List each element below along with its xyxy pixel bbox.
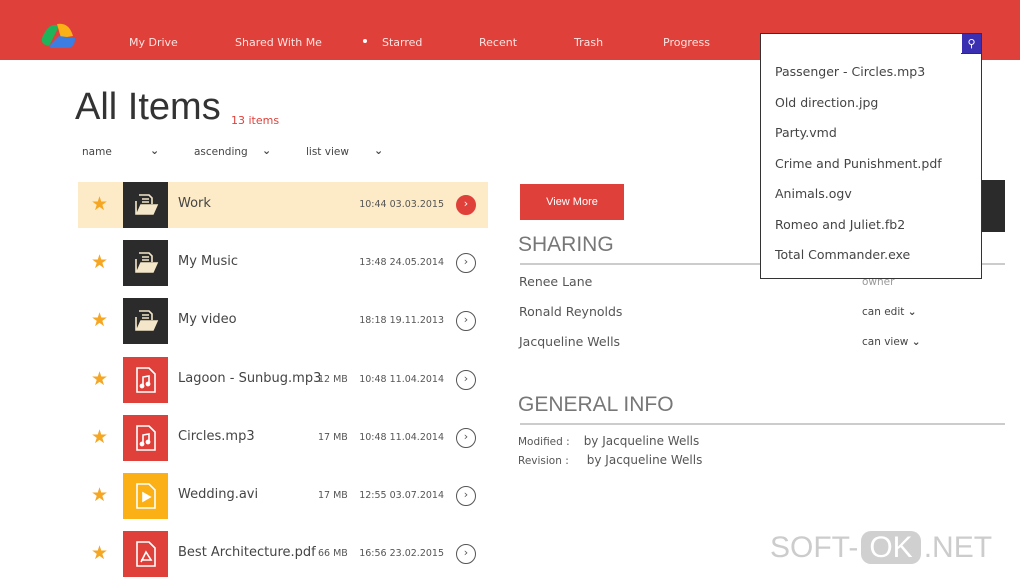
preview-folder-icon [978, 180, 1005, 232]
folder-icon [123, 240, 168, 287]
search-input[interactable] [761, 35, 961, 55]
pdf-icon [123, 531, 168, 577]
modified-label: Modified : [518, 436, 570, 448]
search-suggestions: Passenger - Circles.mp3 Old direction.jp… [760, 54, 982, 279]
file-row[interactable]: ★ Circles.mp3 17 MB 10:48 11.04.2014 › [78, 414, 488, 461]
sort-field-select[interactable]: name ⌄ [82, 144, 159, 158]
view-value: list view [306, 146, 349, 158]
audio-icon [123, 356, 168, 403]
sharing-heading: SHARING [518, 233, 614, 256]
chevron-right-icon[interactable]: › [456, 195, 476, 215]
file-date: 10:44 03.03.2015 [359, 199, 444, 210]
divider [520, 423, 1005, 425]
file-row[interactable]: ★ My video 18:18 19.11.2013 › [78, 298, 488, 345]
top-bar: My Drive Shared With Me Starred Recent T… [0, 0, 1020, 60]
file-row[interactable]: ★ Best Architecture.pdf 66 MB 16:56 23.0… [78, 531, 488, 577]
nav-recent[interactable]: Recent [479, 36, 517, 49]
share-role-select[interactable]: can view ⌄ [862, 336, 921, 348]
chevron-right-icon[interactable]: › [456, 486, 476, 506]
revision-value: by Jacqueline Wells [586, 453, 703, 467]
star-icon[interactable]: ★ [91, 484, 108, 506]
star-icon[interactable]: ★ [91, 368, 108, 390]
suggestion-item[interactable]: Romeo and Juliet.fb2 [761, 213, 981, 244]
revision-label: Revision : [518, 455, 569, 467]
share-person: Renee Lane [519, 274, 593, 289]
page-title: All Items [75, 86, 221, 128]
file-date: 18:18 19.11.2013 [359, 315, 444, 327]
chevron-right-icon[interactable]: › [456, 253, 476, 274]
chevron-right-icon[interactable]: › [456, 311, 476, 332]
search-icon[interactable]: ⚲ [962, 34, 981, 53]
suggestion-item[interactable]: Party.vmd [761, 121, 981, 152]
chevron-down-icon: ⌄ [262, 144, 272, 157]
suggestion-item[interactable]: Animals.ogv [761, 182, 981, 213]
file-name: Work [178, 196, 211, 211]
file-date: 13:48 24.05.2014 [359, 257, 444, 269]
chevron-down-icon: ⌄ [911, 336, 921, 348]
file-row[interactable]: ★ Lagoon - Sunbug.mp3 12 MB 10:48 11.04.… [78, 356, 488, 403]
chevron-down-icon: ⌄ [374, 144, 384, 157]
file-row[interactable]: ★ My Music 13:48 24.05.2014 › [78, 240, 488, 287]
file-name: Best Architecture.pdf [178, 545, 316, 561]
file-row[interactable]: ★ Wedding.avi 17 MB 12:55 03.07.2014 › [78, 473, 488, 519]
star-icon[interactable]: ★ [91, 193, 108, 215]
chevron-right-icon[interactable]: › [456, 427, 476, 448]
folder-icon [123, 182, 168, 228]
chevron-right-icon[interactable]: › [456, 544, 476, 565]
active-indicator [363, 39, 367, 43]
modified-value: by Jacqueline Wells [583, 434, 700, 448]
file-name: My video [178, 312, 237, 328]
item-count: 13 items [231, 114, 280, 127]
file-name: Wedding.avi [178, 487, 259, 502]
nav-progress[interactable]: Progress [663, 36, 710, 49]
watermark: SOFT- OK .NET [770, 531, 993, 564]
chevron-down-icon: ⌄ [150, 144, 160, 157]
star-icon[interactable]: ★ [91, 542, 108, 564]
file-date: 10:48 11.04.2014 [359, 431, 444, 443]
modified-info: Modified : by Jacqueline Wells [518, 434, 699, 448]
suggestion-item[interactable]: Total Commander.exe [761, 243, 981, 274]
share-person: Ronald Reynolds [519, 304, 623, 319]
nav-trash[interactable]: Trash [574, 36, 603, 49]
sort-order-select[interactable]: ascending ⌄ [194, 144, 271, 158]
drive-logo-icon [41, 23, 75, 48]
folder-icon [123, 298, 168, 345]
share-person: Jacqueline Wells [519, 334, 621, 349]
share-role: can edit [862, 306, 905, 318]
suggestion-item[interactable]: Crime and Punishment.pdf [761, 152, 981, 183]
nav-my-drive[interactable]: My Drive [129, 36, 178, 49]
search-box: ⚲ [760, 33, 982, 55]
chevron-down-icon: ⌄ [907, 306, 917, 318]
file-name: Lagoon - Sunbug.mp3 [178, 370, 322, 386]
nav-shared-with-me[interactable]: Shared With Me [235, 36, 322, 49]
view-select[interactable]: list view ⌄ [306, 144, 383, 158]
file-size: 17 MB [318, 431, 348, 443]
view-more-button[interactable]: View More [520, 184, 624, 220]
share-role: can view [862, 336, 909, 348]
suggestion-item[interactable]: Old direction.jpg [761, 91, 981, 122]
file-row[interactable]: ★ Work 10:44 03.03.2015 › [78, 182, 488, 228]
revision-info: Revision : by Jacqueline Wells [518, 453, 702, 467]
file-size: 17 MB [318, 490, 348, 501]
file-name: My Music [178, 254, 239, 270]
chevron-right-icon[interactable]: › [456, 369, 476, 390]
file-size: 66 MB [318, 548, 348, 560]
file-date: 10:48 11.04.2014 [359, 373, 444, 385]
share-role-select[interactable]: can edit ⌄ [862, 306, 917, 318]
audio-icon [123, 414, 168, 461]
sort-field-value: name [82, 146, 112, 158]
file-date: 16:56 23.02.2015 [359, 548, 444, 560]
file-date: 12:55 03.07.2014 [359, 490, 444, 501]
file-name: Circles.mp3 [178, 428, 255, 444]
suggestion-item[interactable]: Passenger - Circles.mp3 [761, 60, 981, 91]
general-info-heading: GENERAL INFO [518, 393, 674, 416]
nav-starred[interactable]: Starred [382, 36, 422, 49]
star-icon[interactable]: ★ [91, 251, 108, 273]
video-icon [123, 473, 168, 519]
star-icon[interactable]: ★ [91, 426, 108, 448]
star-icon[interactable]: ★ [91, 309, 108, 331]
sort-order-value: ascending [194, 146, 248, 158]
file-size: 12 MB [318, 373, 348, 385]
